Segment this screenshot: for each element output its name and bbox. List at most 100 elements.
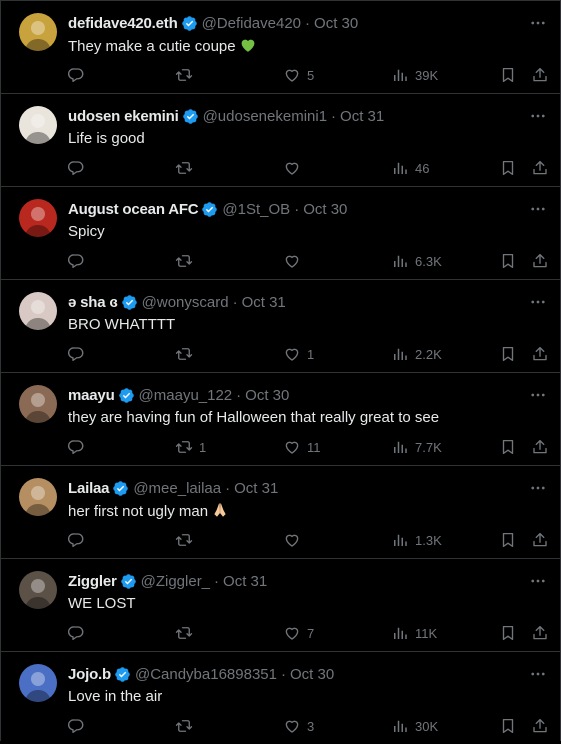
bookmark-button[interactable]: [499, 528, 517, 552]
avatar[interactable]: [19, 385, 57, 423]
display-name[interactable]: maayu: [68, 387, 115, 404]
retweet-button[interactable]: [175, 714, 199, 738]
avatar[interactable]: [19, 106, 57, 144]
display-name[interactable]: Jojo.b: [68, 666, 111, 683]
tweet-date[interactable]: Oct 30: [303, 201, 347, 218]
display-name[interactable]: ə sha ɞ: [68, 294, 118, 311]
more-options-icon[interactable]: [526, 290, 550, 314]
like-button[interactable]: 1: [283, 342, 314, 366]
views-button[interactable]: 11K: [391, 621, 437, 645]
share-button[interactable]: [531, 435, 549, 459]
share-button[interactable]: [531, 342, 549, 366]
bookmark-button[interactable]: [499, 714, 517, 738]
tweet-date[interactable]: Oct 31: [340, 108, 384, 125]
tweet-date[interactable]: Oct 30: [290, 666, 334, 683]
share-button[interactable]: [531, 621, 549, 645]
retweet-button[interactable]: [175, 621, 199, 645]
avatar[interactable]: [19, 292, 57, 330]
reply-button[interactable]: [67, 528, 91, 552]
reply-button[interactable]: [67, 435, 91, 459]
like-button[interactable]: [283, 156, 307, 180]
avatar[interactable]: [19, 13, 57, 51]
views-button[interactable]: 7.7K: [391, 435, 442, 459]
tweet-row[interactable]: udosen ekemini @udosenekemini1 · Oct 31 Life…: [1, 93, 560, 186]
display-name[interactable]: defidave420.eth: [68, 15, 178, 32]
tweet-date[interactable]: Oct 30: [314, 15, 358, 32]
share-button[interactable]: [531, 528, 549, 552]
tweet-row[interactable]: Lailaa @mee_lailaa · Oct 31 her first not ug…: [1, 465, 560, 558]
user-handle[interactable]: @udosenekemini1: [203, 108, 327, 125]
views-button[interactable]: 2.2K: [391, 342, 442, 366]
avatar[interactable]: [19, 478, 57, 516]
tweet-row[interactable]: Ziggler @Ziggler_ · Oct 31 WE LOST 7 11K: [1, 558, 560, 651]
views-button[interactable]: 30K: [391, 714, 438, 738]
like-button[interactable]: 7: [283, 621, 314, 645]
user-handle[interactable]: @wonyscard: [142, 294, 229, 311]
like-button[interactable]: 11: [283, 435, 321, 459]
user-handle[interactable]: @maayu_122: [139, 387, 233, 404]
reply-icon: [67, 66, 85, 84]
share-button[interactable]: [531, 714, 549, 738]
retweet-button[interactable]: [175, 528, 199, 552]
bookmark-button[interactable]: [499, 156, 517, 180]
tweet-row[interactable]: Jojo.b @Candyba16898351 · Oct 30 Love in the…: [1, 651, 560, 744]
retweet-icon: [175, 252, 193, 270]
verified-badge-icon: [114, 666, 131, 683]
more-options-icon[interactable]: [526, 383, 550, 407]
more-options-icon[interactable]: [526, 104, 550, 128]
display-name[interactable]: August ocean AFC: [68, 201, 199, 218]
tweet-date[interactable]: Oct 31: [242, 294, 286, 311]
views-button[interactable]: 1.3K: [391, 528, 442, 552]
more-options-icon[interactable]: [526, 662, 550, 686]
display-name[interactable]: Ziggler: [68, 573, 117, 590]
tweet-date[interactable]: Oct 31: [234, 480, 278, 497]
more-options-icon[interactable]: [526, 197, 550, 221]
tweet-row[interactable]: August ocean AFC @1St_OB · Oct 30 Spicy 6.3K: [1, 186, 560, 279]
bookmark-button[interactable]: [499, 621, 517, 645]
bookmark-button[interactable]: [499, 342, 517, 366]
retweet-button[interactable]: [175, 63, 199, 87]
bookmark-button[interactable]: [499, 63, 517, 87]
retweet-button[interactable]: [175, 249, 199, 273]
tweet-date[interactable]: Oct 30: [245, 387, 289, 404]
retweet-button[interactable]: [175, 342, 199, 366]
avatar[interactable]: [19, 199, 57, 237]
views-button[interactable]: 46: [391, 156, 429, 180]
user-handle[interactable]: @Candyba16898351: [135, 666, 277, 683]
user-handle[interactable]: @1St_OB: [222, 201, 290, 218]
avatar[interactable]: [19, 664, 57, 702]
share-button[interactable]: [531, 156, 549, 180]
reply-button[interactable]: [67, 156, 91, 180]
user-handle[interactable]: @mee_lailaa: [133, 480, 221, 497]
share-button[interactable]: [531, 63, 549, 87]
more-options-icon[interactable]: [526, 569, 550, 593]
reply-button[interactable]: [67, 63, 91, 87]
tweet-row[interactable]: ə sha ɞ @wonyscard · Oct 31 BRO WHATTTT 1 2.2K: [1, 279, 560, 372]
like-button[interactable]: [283, 249, 307, 273]
user-handle[interactable]: @Ziggler_: [141, 573, 210, 590]
reply-button[interactable]: [67, 621, 91, 645]
share-button[interactable]: [531, 249, 549, 273]
more-options-icon[interactable]: [526, 476, 550, 500]
more-options-icon[interactable]: [526, 11, 550, 35]
retweet-button[interactable]: 1: [175, 435, 206, 459]
like-button[interactable]: [283, 528, 307, 552]
tweet-row[interactable]: defidave420.eth @Defidave420 · Oct 30 They m…: [1, 0, 560, 93]
reply-button[interactable]: [67, 714, 91, 738]
like-button[interactable]: 3: [283, 714, 314, 738]
like-button[interactable]: 5: [283, 63, 314, 87]
views-button[interactable]: 6.3K: [391, 249, 442, 273]
avatar[interactable]: [19, 571, 57, 609]
reply-button[interactable]: [67, 249, 91, 273]
display-name[interactable]: Lailaa: [68, 480, 110, 497]
retweet-button[interactable]: [175, 156, 199, 180]
bookmark-button[interactable]: [499, 249, 517, 273]
tweet-row[interactable]: maayu @maayu_122 · Oct 30 they are having fu…: [1, 372, 560, 465]
retweet-icon: [175, 159, 193, 177]
tweet-date[interactable]: Oct 31: [223, 573, 267, 590]
display-name[interactable]: udosen ekemini: [68, 108, 179, 125]
bookmark-button[interactable]: [499, 435, 517, 459]
views-button[interactable]: 39K: [391, 63, 438, 87]
reply-button[interactable]: [67, 342, 91, 366]
user-handle[interactable]: @Defidave420: [202, 15, 301, 32]
